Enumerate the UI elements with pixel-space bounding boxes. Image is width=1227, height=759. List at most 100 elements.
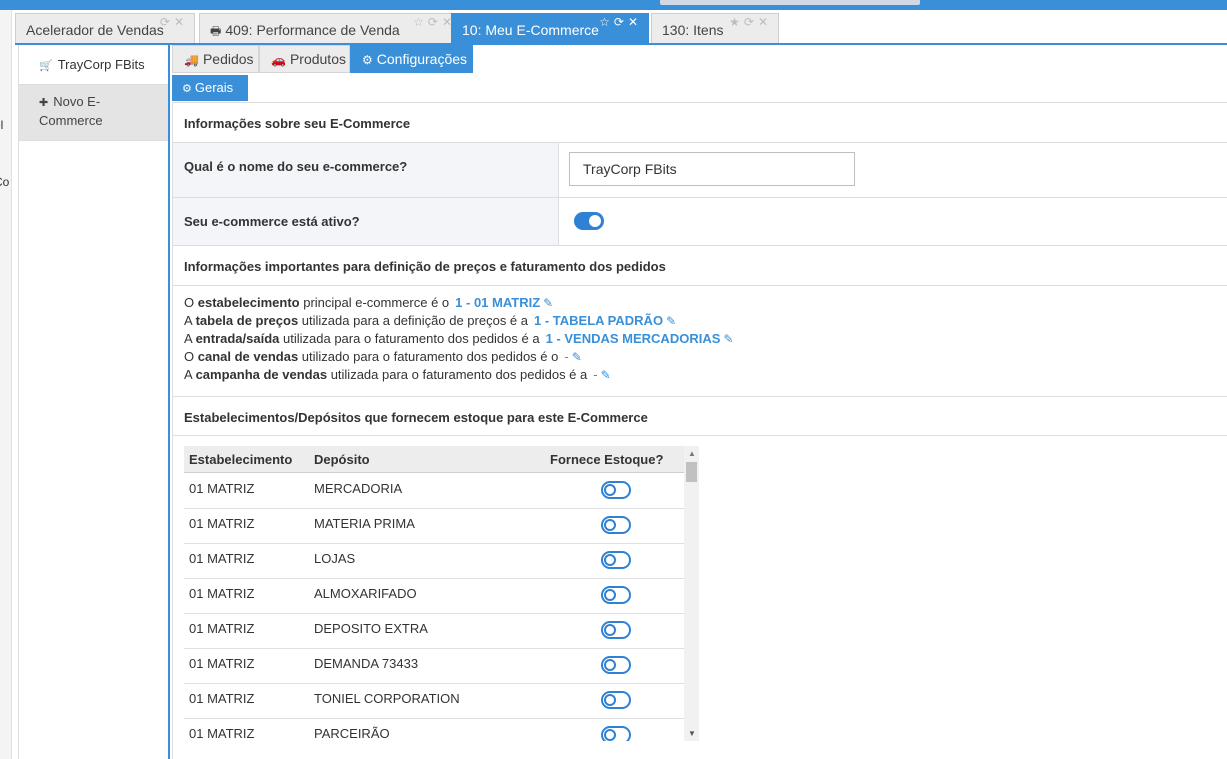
tab-gerais[interactable]: ⚙ Gerais (172, 75, 248, 101)
info-text: A (184, 313, 196, 328)
fornece-estoque-toggle[interactable] (601, 656, 631, 674)
settings-panel: Informações sobre seu E-Commerce Qual é … (172, 102, 1227, 759)
info-value-link[interactable]: - (564, 349, 568, 364)
fornece-estoque-toggle[interactable] (601, 481, 631, 499)
tab-performance[interactable]: 🖶 409: Performance de Venda ☆⟳✕ (199, 13, 463, 43)
info-text: A (184, 367, 196, 382)
close-icon[interactable]: ✕ (758, 15, 772, 29)
tab-label: Acelerador de Vendas (26, 22, 164, 38)
info-line: O estabelecimento principal e-commerce é… (184, 294, 733, 312)
table-row: 01 MATRIZ ALMOXARIFADO (184, 579, 684, 614)
car-icon: 🚗 (271, 53, 286, 67)
fornece-estoque-toggle[interactable] (601, 726, 631, 741)
sidebar-item-novo-ecommerce[interactable]: ✚ Novo E- Commerce (19, 85, 168, 141)
edit-icon[interactable]: ✎ (666, 314, 676, 328)
info-text: utilizada para o faturamento dos pedidos… (279, 331, 540, 346)
tab-produtos[interactable]: 🚗 Produtos (259, 45, 350, 73)
star-icon[interactable]: ★ (729, 15, 744, 29)
ecommerce-name-input[interactable] (569, 152, 855, 186)
fornece-estoque-toggle[interactable] (601, 586, 631, 604)
edit-icon[interactable]: ✎ (723, 332, 733, 346)
tab-itens[interactable]: 130: Itens ★⟳✕ (651, 13, 779, 43)
info-text: O (184, 349, 198, 364)
active-toggle[interactable] (574, 212, 604, 230)
tab-controls[interactable]: ★⟳✕ (729, 15, 772, 29)
column-header[interactable]: Estabelecimento (189, 452, 292, 467)
tab-meu-ecommerce[interactable]: 10: Meu E-Commerce ☆⟳✕ (451, 13, 649, 43)
refresh-icon[interactable]: ⟳ (428, 15, 442, 29)
sidebar-item-traycorp[interactable]: 🛒 TrayCorp FBits (19, 45, 168, 85)
cell-deposito: DEMANDA 73433 (314, 656, 419, 671)
section-heading: Estabelecimentos/Depósitos que fornecem … (173, 396, 1227, 436)
info-line: A entrada/saída utilizada para o faturam… (184, 330, 733, 348)
table-row: 01 MATRIZ DEPOSITO EXTRA (184, 614, 684, 649)
fornece-estoque-toggle[interactable] (601, 691, 631, 709)
gutter-fragment: el (0, 118, 4, 132)
cell-deposito: MERCADORIA (314, 481, 403, 496)
info-keyword: estabelecimento (197, 295, 300, 310)
fornece-estoque-toggle[interactable] (601, 551, 631, 569)
tab-pedidos[interactable]: 🚚 Pedidos (172, 45, 259, 73)
scroll-up-icon[interactable]: ▲ (688, 449, 696, 458)
table-row: 01 MATRIZ PARCEIRÃO (184, 719, 684, 741)
cell-estabelecimento: 01 MATRIZ (189, 691, 255, 706)
star-icon[interactable]: ☆ (599, 15, 614, 29)
fornece-estoque-toggle[interactable] (601, 621, 631, 639)
tab-controls[interactable]: ☆⟳✕ (413, 15, 456, 29)
cell-deposito: ALMOXARIFADO (314, 586, 417, 601)
truck-icon: 🚚 (184, 53, 199, 67)
tab-label: Configurações (376, 51, 468, 67)
refresh-icon[interactable]: ⟳ (744, 15, 758, 29)
cell-deposito: PARCEIRÃO (314, 726, 390, 741)
table-scrollbar[interactable]: ▲ ▼ (684, 446, 699, 741)
close-icon[interactable]: ✕ (628, 15, 642, 29)
edit-icon[interactable]: ✎ (543, 296, 553, 310)
info-value-link[interactable]: 1 - TABELA PADRÃO (534, 313, 663, 328)
tab-controls[interactable]: ☆⟳✕ (599, 15, 642, 29)
column-header[interactable]: Depósito (314, 452, 370, 467)
info-keyword: entrada/saída (195, 331, 280, 346)
column-header[interactable]: Fornece Estoque? (550, 452, 663, 467)
top-bar (0, 0, 1227, 10)
field-label: Qual é o nome do seu e-commerce? (173, 143, 559, 197)
field-label: Seu e-commerce está ativo? (173, 198, 559, 245)
plus-icon: ✚ (39, 97, 49, 109)
fornece-estoque-toggle[interactable] (601, 516, 631, 534)
info-text: utilizada para o faturamento dos pedidos… (327, 367, 588, 382)
tab-label: 10: Meu E-Commerce (462, 22, 599, 38)
cell-estabelecimento: 01 MATRIZ (189, 586, 255, 601)
section-heading: Informações importantes para definição d… (173, 246, 1227, 286)
tab-controls[interactable]: ⟳✕ (160, 15, 188, 29)
info-text: principal e-commerce é o (299, 295, 450, 310)
left-gutter: el Co (0, 10, 12, 759)
refresh-icon[interactable]: ⟳ (160, 15, 174, 29)
info-text: utilizada para a definição de preços é a (298, 313, 529, 328)
tab-acelerador[interactable]: Acelerador de Vendas ⟳✕ (15, 13, 195, 43)
sidebar-item-label: Novo E- (53, 94, 101, 109)
cell-deposito: LOJAS (314, 551, 356, 566)
name-row: Qual é o nome do seu e-commerce? (173, 143, 1227, 198)
edit-icon[interactable]: ✎ (572, 350, 582, 364)
info-text: O (184, 295, 198, 310)
tab-label: 409: Performance de Venda (225, 22, 400, 38)
info-value-link[interactable]: - (593, 367, 597, 382)
info-line: A campanha de vendas utilizada para o fa… (184, 366, 733, 384)
close-icon[interactable]: ✕ (174, 15, 188, 29)
edit-icon[interactable]: ✎ (601, 368, 611, 382)
star-icon[interactable]: ☆ (413, 15, 428, 29)
top-search-stub[interactable] (660, 0, 920, 5)
scroll-down-icon[interactable]: ▼ (688, 729, 696, 738)
cell-estabelecimento: 01 MATRIZ (189, 551, 255, 566)
info-value-link[interactable]: 1 - VENDAS MERCADORIAS (546, 331, 721, 346)
refresh-icon[interactable]: ⟳ (614, 15, 628, 29)
scrollbar-thumb[interactable] (686, 462, 697, 482)
sidebar-item-label: TrayCorp FBits (57, 57, 145, 72)
info-value-link[interactable]: 1 - 01 MATRIZ (455, 295, 540, 310)
tab-label: Produtos (289, 51, 346, 67)
tab-label: Gerais (194, 80, 234, 95)
cell-estabelecimento: 01 MATRIZ (189, 481, 255, 496)
tab-configuracoes[interactable]: ⚙ Configurações (350, 45, 473, 73)
printer-icon: 🖶 (210, 24, 222, 38)
table-row: 01 MATRIZ MERCADORIA (184, 474, 684, 509)
gutter-fragment: Co (0, 175, 10, 189)
